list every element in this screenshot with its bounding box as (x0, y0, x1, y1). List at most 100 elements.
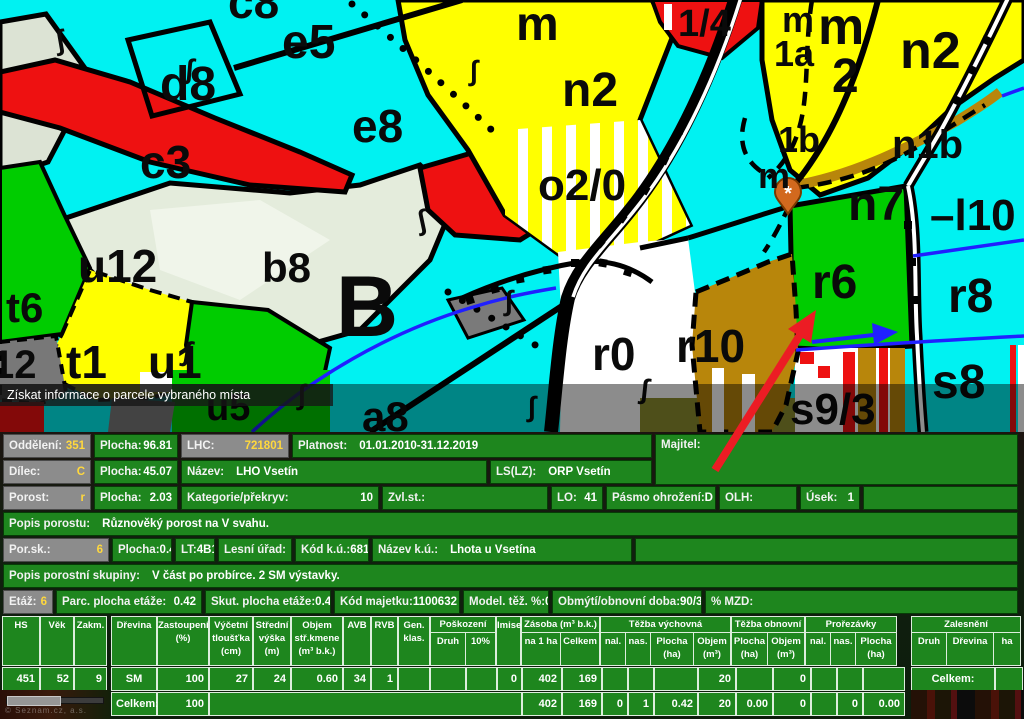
field-platnost: Platnost:01.01.2010-31.12.2019 (292, 434, 652, 458)
table-cell: 34 (343, 667, 371, 691)
field-název-kú: Název k.ú.:Lhota u Vsetína (372, 538, 632, 562)
panel-row: Popis porostu:Různověký porost na V svah… (3, 512, 1024, 536)
map-label-12: 12 (0, 343, 37, 387)
table-cell: 0.42 (654, 692, 698, 716)
table-cell (863, 667, 905, 691)
column-Objem: Objem (m³) (693, 633, 730, 665)
column-group-Těžba obnovní: Těžba obnovníPlocha (ha)Objem (m³) (731, 616, 805, 666)
column-Plocha: Plocha (ha) (732, 633, 767, 665)
field-parc-plocha-etáže: Parc. plocha etáže:0.42 (56, 590, 202, 614)
column-Věk: Věk (40, 616, 74, 666)
map-label-–l10: –l10 (930, 191, 1016, 240)
table-cell: 169 (562, 692, 602, 716)
map-label-b8: b8 (262, 244, 311, 291)
table-cell (628, 667, 654, 691)
panel-row: Oddělení:351Plocha:96.81LHC:721801Platno… (3, 434, 1024, 458)
table-row: Celkem: (911, 667, 1023, 691)
table-cell: 169 (562, 667, 602, 691)
map-showthrough-right (911, 690, 1024, 719)
column-Druh: Druh (431, 633, 465, 665)
field-úsek: Úsek:1 (800, 486, 860, 510)
table-cell: 0 (773, 692, 811, 716)
map-label-e5: e5 (282, 16, 335, 69)
field-plocha: Plocha:45.07 (94, 460, 178, 484)
table-cell: 20 (698, 692, 736, 716)
column-na 1 ha: na 1 ha (522, 633, 560, 665)
table-row: 451529SM10027240.603410402169200 (2, 667, 905, 691)
map-label-n2: n2 (900, 22, 961, 80)
forest-map[interactable]: * c8e5d8e8c3u12t6t1u112b8Bmn21/4o2/0m1am… (0, 0, 1024, 432)
column-nas.: nas. (625, 633, 650, 665)
field-lesní-úřad: Lesní úřad: (218, 538, 292, 562)
column-Dřevina: Dřevina (946, 633, 993, 665)
column-Výčetní: Výčetnítloušťka(cm) (209, 616, 253, 666)
field-lo: LO:41 (551, 486, 603, 510)
field-olh: OLH: (719, 486, 797, 510)
field-lhc: LHC:721801 (181, 434, 289, 458)
table-cell: 9 (74, 667, 107, 691)
field-pásmo-ohrožení: Pásmo ohrožení:D (606, 486, 716, 510)
map-label-t1: t1 (66, 336, 107, 388)
field-popis-porostní-skupiny: Popis porostní skupiny:V část po probírc… (3, 564, 1018, 588)
map-label-m: m (516, 0, 559, 51)
table-cell: 451 (2, 667, 40, 691)
map-label-B: B (336, 259, 398, 355)
column-Střední: Střednívýška(m) (253, 616, 291, 666)
map-label-o2/0: o2/0 (538, 161, 626, 210)
map-label-c3: c3 (140, 136, 191, 188)
column-ha: ha (993, 633, 1020, 665)
field-plocha: Plocha:0.42 (112, 538, 172, 562)
table-cell: Celkem: (911, 667, 995, 691)
table-cell: 20 (698, 667, 736, 691)
table-cell (209, 692, 522, 716)
field-lslz: LS(LZ):ORP Vsetín (490, 460, 652, 484)
table-cell (654, 667, 698, 691)
stand-table-header: HSVěkZakm.DřevinaZastoupení(%)Výčetnítlo… (2, 616, 905, 666)
map-label-m: m (758, 155, 790, 196)
field-skut-plocha-etáže: Skut. plocha etáže:0.42 (205, 590, 331, 614)
field-kategoriepřekryv: Kategorie/překryv:10 (181, 486, 379, 510)
table-cell: 27 (209, 667, 253, 691)
column-group-Prořezávky: Prořezávkynal.nas.Plocha (ha) (805, 616, 897, 666)
field-mzd: % MZD: (705, 590, 1018, 614)
table-cell (837, 667, 863, 691)
map-label-1a: 1a (774, 33, 815, 74)
table-cell: 0 (837, 692, 863, 716)
field-zvlst: Zvl.st.: (382, 486, 548, 510)
field-model-těž: Model. těž. %:0 (463, 590, 549, 614)
zoom-slider[interactable] (6, 697, 104, 704)
panel-row: Porost:rPlocha:2.03Kategorie/překryv:10Z… (3, 486, 1024, 510)
table-cell (811, 667, 837, 691)
field-porsk: Por.sk.:6 (3, 538, 109, 562)
panel-row: Popis porostní skupiny:V část po probírc… (3, 564, 1024, 588)
zalesneni-table: ZalesněníDruhDřevinaha Celkem: (911, 616, 1023, 691)
table-cell: 0.00 (736, 692, 773, 716)
column-group-Poškození: PoškozeníDruh10% (430, 616, 496, 666)
table-cell: 52 (40, 667, 74, 691)
table-cell: 100 (157, 692, 209, 716)
column-Plocha: Plocha (ha) (855, 633, 896, 665)
zoom-slider-handle[interactable] (7, 696, 61, 706)
table-cell: 0.60 (291, 667, 343, 691)
table-cell: 0 (497, 667, 522, 691)
table-cell: 1 (628, 692, 654, 716)
column-nal.: nal. (806, 633, 830, 665)
map-label-m: m (818, 0, 864, 56)
column-group-Těžba výchovná: Těžba výchovnánal.nas.Plocha (ha)Objem (… (600, 616, 731, 666)
table-cell: 402 (522, 667, 562, 691)
field-lt: LT:4B1 (175, 538, 215, 562)
map-label-n1b: n1b (892, 123, 963, 167)
field-název: Název:LHO Vsetín (181, 460, 487, 484)
column-nal.: nal. (601, 633, 625, 665)
column-Gen.: Gen.klas. (398, 616, 430, 666)
column-AVB: AVB (343, 616, 371, 666)
table-cell (398, 667, 430, 691)
map-label-n7: n7 (848, 178, 904, 231)
field-plocha: Plocha:2.03 (94, 486, 178, 510)
field-porost: Porost:r (3, 486, 91, 510)
map-label-r0: r0 (592, 328, 635, 380)
table-cell: 1 (371, 667, 398, 691)
field-popis-porostu: Popis porostu:Různověký porost na V svah… (3, 512, 1018, 536)
table-cell (430, 667, 466, 691)
table-cell (466, 667, 497, 691)
